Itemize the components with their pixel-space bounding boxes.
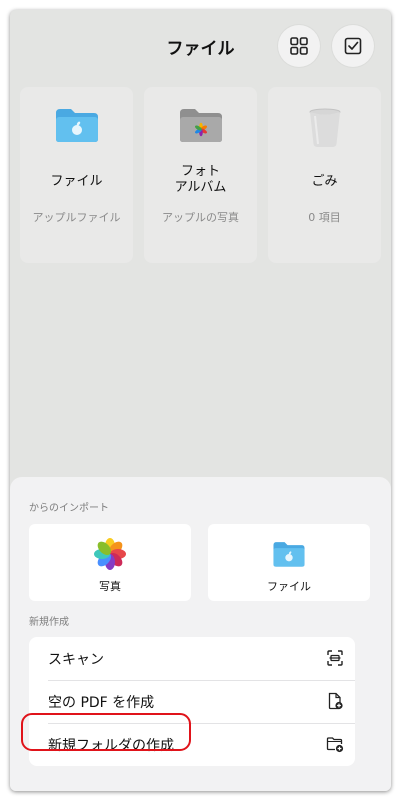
create-pdf-label: 空の PDF を作成 <box>48 695 155 711</box>
card-photo-album[interactable]: フォト アルバム アップルの写真 <box>144 87 257 263</box>
folder-apple-icon <box>55 109 98 142</box>
card-title: ごみ <box>311 174 338 189</box>
photos-folder-icon <box>179 109 222 142</box>
card-files[interactable]: ファイル アップルファイル <box>20 87 133 263</box>
photos-icon <box>94 538 126 570</box>
card-title: ファイル <box>50 174 103 189</box>
card-trash[interactable]: ごみ 0 項目 <box>268 87 381 263</box>
card-subtitle: アップルの写真 <box>162 211 239 224</box>
create-list: スキャン 空の PDF を作成 新規フォルダの作成 <box>29 637 355 766</box>
create-pdf-row[interactable]: 空の PDF を作成 <box>29 680 355 723</box>
scan-label: スキャン <box>48 652 104 668</box>
bottom-sheet: からのインポート 写真 ファイル 新規作成 スキャン 空の PDF を作成 新規… <box>10 477 391 791</box>
import-photos-button[interactable]: 写真 <box>29 524 191 601</box>
trash-icon <box>309 108 340 147</box>
import-files-button[interactable]: ファイル <box>208 524 370 601</box>
card-subtitle: アップルファイル <box>32 211 121 224</box>
select-button[interactable] <box>332 25 374 67</box>
new-folder-icon <box>326 737 344 753</box>
folder-apple-icon <box>273 542 305 567</box>
new-pdf-icon <box>328 692 343 710</box>
import-photos-label: 写真 <box>99 580 121 593</box>
checkbox-icon <box>344 37 362 55</box>
card-subtitle: 0 項目 <box>308 211 341 224</box>
grid-view-button[interactable] <box>278 25 320 67</box>
new-folder-label: 新規フォルダの作成 <box>48 738 174 754</box>
import-files-label: ファイル <box>267 580 311 593</box>
scan-icon <box>327 650 343 666</box>
card-title: フォト アルバム <box>174 164 227 195</box>
import-section-label: からのインポート <box>29 503 109 514</box>
app-window: ファイル ファイル アップルファイル フォト アルバム アップルの写真 ごみ 0… <box>10 10 391 791</box>
grid-icon <box>290 37 308 55</box>
create-section-label: 新規作成 <box>29 617 69 628</box>
scan-row[interactable]: スキャン <box>29 637 355 680</box>
new-folder-row[interactable]: 新規フォルダの作成 <box>29 723 355 766</box>
